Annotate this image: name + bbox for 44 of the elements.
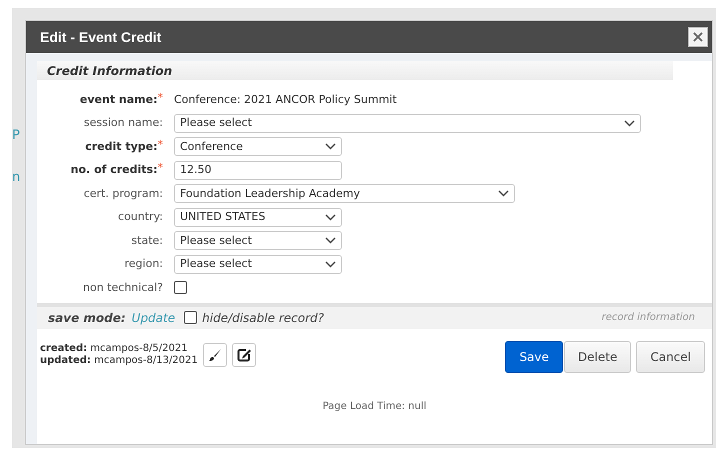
- background-text: P: [12, 127, 20, 145]
- select-field[interactable]: Foundation Leadership Academy: [174, 184, 515, 204]
- field-label: non technical?: [83, 280, 163, 296]
- field-label: no. of credits:: [70, 162, 158, 178]
- required-mark: *: [158, 138, 163, 150]
- dialog-button[interactable]: Save: [505, 340, 563, 372]
- edit-icon: [236, 348, 251, 362]
- chevron-down-icon: [498, 190, 509, 198]
- brush-button[interactable]: [202, 342, 227, 366]
- dialog-button[interactable]: Delete: [564, 340, 632, 372]
- save-mode-label: save mode:: [48, 310, 126, 326]
- field-value: Conference: 2021 ANCOR Policy Summit: [174, 92, 397, 108]
- checkbox[interactable]: [184, 311, 198, 324]
- chevron-down-icon: [325, 237, 336, 244]
- field-label: cert. program:: [84, 186, 163, 202]
- input-field[interactable]: 12.50: [174, 160, 342, 180]
- chevron-down-icon: [624, 120, 635, 127]
- audit-text: created: mcampos-8/5/2021: [40, 342, 189, 354]
- field-label: region:: [124, 256, 163, 272]
- chevron-down-icon: [325, 260, 336, 268]
- select-field[interactable]: UNITED STATES: [174, 208, 342, 227]
- page-load-time: Page Load Time: null: [322, 400, 426, 414]
- select-field[interactable]: Please select: [174, 231, 342, 250]
- hide-record-label: hide/disable record?: [202, 310, 324, 326]
- select-field[interactable]: Please select: [174, 114, 641, 133]
- dialog-title: Edit - Event Credit: [40, 28, 162, 46]
- audit-text: updated: mcampos-8/13/2021: [40, 354, 198, 366]
- field-label: event name:: [80, 92, 158, 108]
- select-field[interactable]: Conference: [174, 137, 342, 156]
- close-button[interactable]: ×: [688, 27, 708, 47]
- checkbox[interactable]: [174, 281, 187, 294]
- chevron-down-icon: [325, 143, 336, 150]
- required-mark: *: [158, 162, 163, 173]
- field-label: country:: [118, 209, 163, 225]
- required-mark: *: [158, 92, 163, 102]
- field-label: state:: [131, 232, 163, 248]
- edit-button[interactable]: [232, 342, 256, 366]
- section-title: Credit Information: [47, 62, 172, 80]
- field-label: session name:: [84, 115, 163, 131]
- chevron-down-icon: [325, 214, 336, 221]
- field-label: credit type:: [85, 138, 158, 154]
- background-text: n: [12, 169, 20, 187]
- select-field[interactable]: Please select: [174, 254, 342, 274]
- dialog-button[interactable]: Cancel: [636, 340, 705, 372]
